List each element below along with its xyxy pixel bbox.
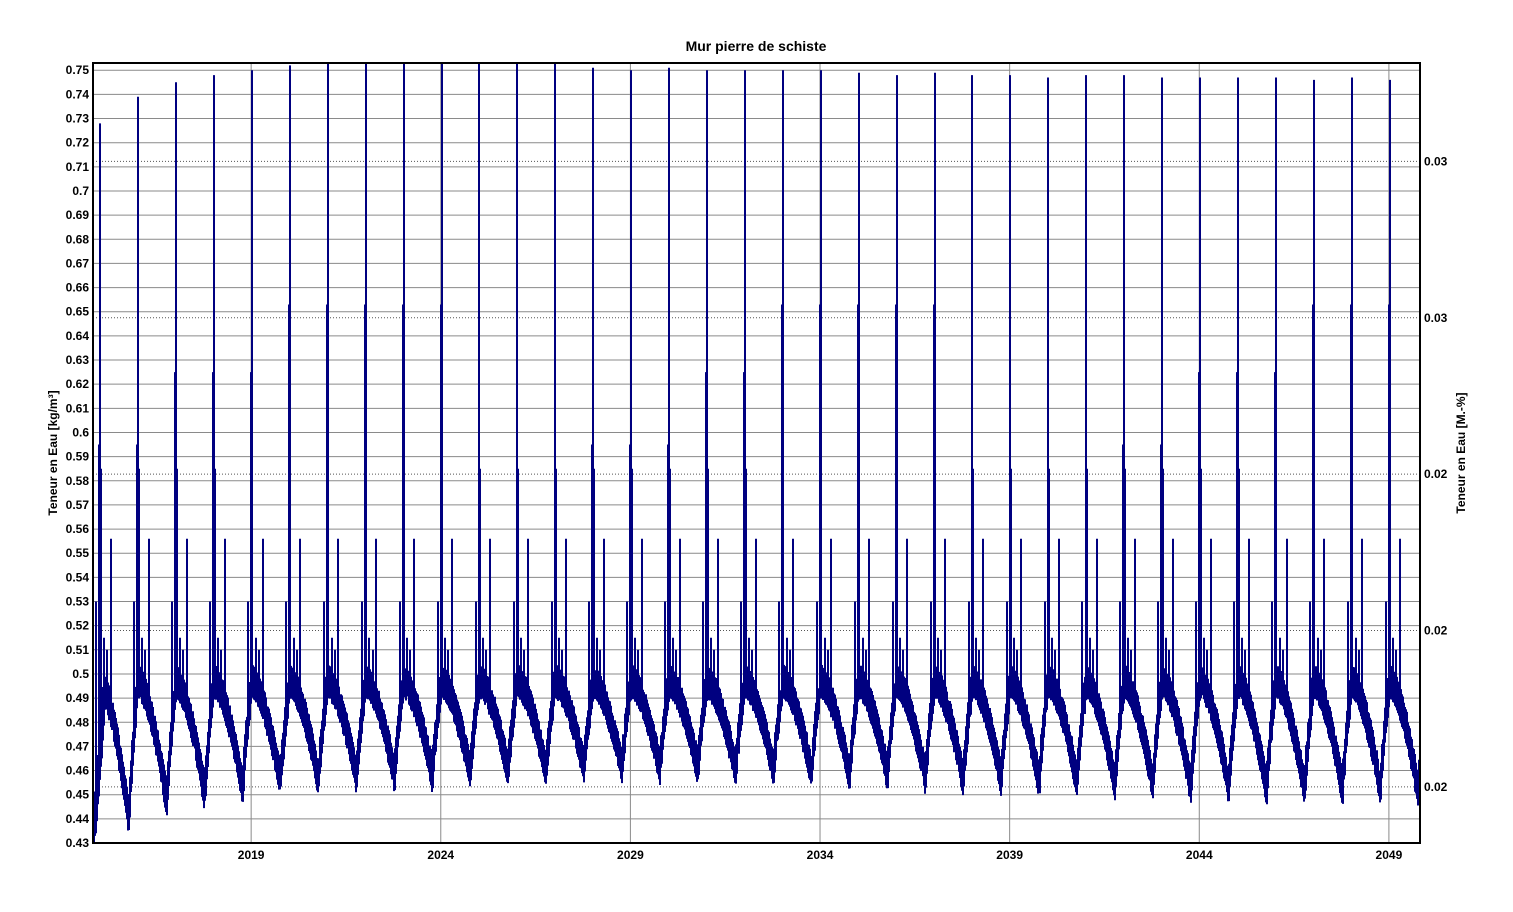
chart-title: Mur pierre de schiste bbox=[686, 38, 827, 54]
y-tick-label: 0.48 bbox=[66, 715, 90, 729]
y-tick-label: 0.61 bbox=[66, 401, 90, 415]
right-tick-label: 0.03 bbox=[1424, 154, 1448, 168]
series-teneur-en-eau bbox=[92, 63, 1421, 844]
y-tick-label: 0.47 bbox=[66, 739, 90, 753]
right-tick-label: 0.03 bbox=[1424, 311, 1448, 325]
y-tick-label: 0.7 bbox=[72, 184, 89, 198]
y-tick-label: 0.66 bbox=[66, 281, 90, 295]
x-tick-label: 2044 bbox=[1186, 848, 1213, 862]
x-tick-label: 2039 bbox=[996, 848, 1023, 862]
y-tick-label: 0.67 bbox=[66, 256, 90, 270]
x-tick-label: 2049 bbox=[1376, 848, 1403, 862]
x-tick-label: 2034 bbox=[807, 848, 834, 862]
y-tick-label: 0.74 bbox=[66, 87, 90, 101]
y-tick-label: 0.46 bbox=[66, 764, 90, 778]
right-tick-label: 0.02 bbox=[1424, 467, 1448, 481]
y-tick-label: 0.75 bbox=[66, 63, 90, 77]
y-tick-label: 0.49 bbox=[66, 691, 90, 705]
y-tick-label: 0.64 bbox=[66, 329, 90, 343]
y-tick-label: 0.44 bbox=[66, 812, 90, 826]
y-tick-label: 0.56 bbox=[66, 522, 90, 536]
y-axis-label: Teneur en Eau [kg/m³] bbox=[46, 390, 60, 515]
y-tick-label: 0.52 bbox=[66, 619, 90, 633]
y-axis-left: 0.43 0.44 0.45 0.46 0.47 0.48 0.49 0.5 0.51 0.52 0… bbox=[66, 63, 90, 850]
y-tick-label: 0.58 bbox=[66, 474, 90, 488]
y-tick-label: 0.54 bbox=[66, 570, 90, 584]
y-tick-label: 0.53 bbox=[66, 595, 90, 609]
x-tick-label: 2029 bbox=[617, 848, 644, 862]
y-tick-label: 0.72 bbox=[66, 136, 90, 150]
series-line bbox=[92, 63, 1421, 844]
y-tick-label: 0.73 bbox=[66, 112, 90, 126]
x-axis: 2019 2024 2029 2034 2039 2044 2049 bbox=[238, 848, 1403, 862]
y-tick-label: 0.69 bbox=[66, 208, 90, 222]
y-tick-label: 0.45 bbox=[66, 788, 90, 802]
x-tick-label: 2024 bbox=[427, 848, 454, 862]
y-tick-label: 0.6 bbox=[72, 425, 89, 439]
y-axis-label-right: Teneur en Eau [M.-%] bbox=[1454, 392, 1468, 513]
y-tick-label: 0.55 bbox=[66, 546, 90, 560]
right-tick-label: 0.02 bbox=[1424, 780, 1448, 794]
y-tick-label: 0.63 bbox=[66, 353, 90, 367]
y-tick-label: 0.59 bbox=[66, 450, 90, 464]
y-tick-label: 0.5 bbox=[72, 667, 89, 681]
y-tick-label: 0.62 bbox=[66, 377, 90, 391]
y-tick-label: 0.43 bbox=[66, 836, 90, 850]
y-tick-label: 0.71 bbox=[66, 160, 90, 174]
chart: Mur pierre de schiste 0.430.440.450.460.… bbox=[46, 38, 1468, 862]
y-tick-label: 0.57 bbox=[66, 498, 90, 512]
y-tick-label: 0.65 bbox=[66, 305, 90, 319]
y-axis-right: 0.02 0.02 0.02 0.03 0.03 bbox=[1424, 154, 1448, 793]
right-tick-label: 0.02 bbox=[1424, 623, 1448, 637]
x-tick-label: 2019 bbox=[238, 848, 265, 862]
y-tick-label: 0.68 bbox=[66, 232, 90, 246]
y-tick-label: 0.51 bbox=[66, 643, 90, 657]
